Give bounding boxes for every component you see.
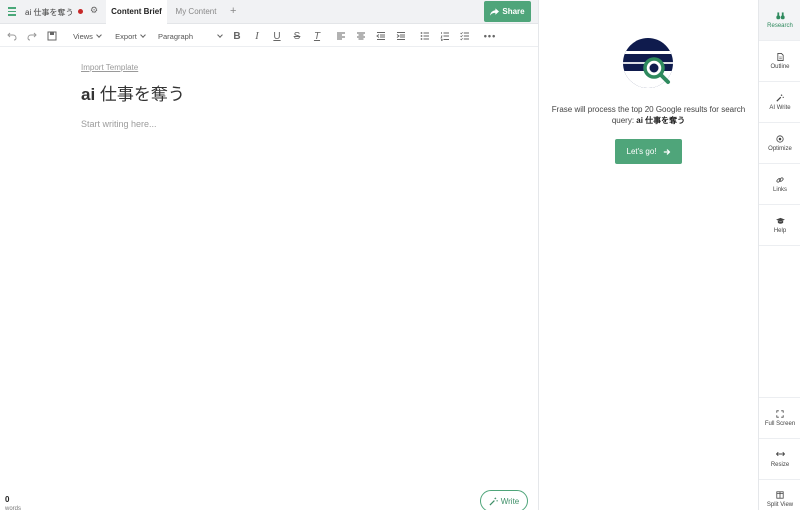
tab-my-content[interactable]: My Content <box>172 0 220 24</box>
undo-icon[interactable] <box>6 28 18 44</box>
word-count-value: 0 <box>5 495 10 504</box>
target-icon <box>776 134 784 143</box>
numbered-list-icon[interactable] <box>439 28 451 44</box>
link-icon <box>776 176 784 184</box>
save-icon[interactable] <box>46 28 58 44</box>
bullet-list-icon[interactable] <box>419 28 431 44</box>
share-label: Share <box>502 7 525 16</box>
word-count-label: words <box>5 506 22 510</box>
lets-go-label: Let's go! <box>626 147 657 156</box>
outdent-icon[interactable] <box>375 28 387 44</box>
top-tab-bar: ai 仕事を奪う ⚙ Content Brief My Content + Sh… <box>0 0 538 24</box>
sidenav-item-optimize[interactable]: Optimize <box>759 123 800 164</box>
sidenav-label: AI Write <box>769 104 791 111</box>
title-rest-part: 仕事を奪う <box>95 85 185 104</box>
sidenav-label: Optimize <box>768 145 792 152</box>
resize-arrows-icon <box>775 451 785 459</box>
magic-wand-icon <box>489 496 498 506</box>
more-options-icon[interactable]: ••• <box>483 28 497 44</box>
title-bold-part: ai <box>81 85 96 104</box>
redo-icon[interactable] <box>26 28 38 44</box>
tab-content-brief[interactable]: Content Brief <box>106 0 167 24</box>
binoculars-icon <box>775 11 785 20</box>
sidenav-item-resize[interactable]: Resize <box>759 438 800 479</box>
sidenav-item-links[interactable]: Links <box>759 164 800 205</box>
lets-go-button[interactable]: Let's go! <box>615 139 682 164</box>
arrow-right-icon <box>663 148 670 155</box>
app-root: ai 仕事を奪う ⚙ Content Brief My Content + Sh… <box>0 0 800 510</box>
split-view-icon <box>776 491 784 499</box>
clear-format-icon[interactable]: T <box>311 28 323 44</box>
italic-icon[interactable]: I <box>251 28 263 44</box>
views-label: Views <box>73 31 93 41</box>
paragraph-label: Paragraph <box>158 31 194 41</box>
sidenav-item-help[interactable]: Help <box>759 205 800 246</box>
editor-placeholder[interactable]: Start writing here... <box>81 119 157 129</box>
sidenav-label: Resize <box>770 461 790 468</box>
graduation-cap-icon <box>775 217 785 225</box>
magic-wand-icon <box>776 93 784 102</box>
checklist-icon[interactable] <box>459 28 471 44</box>
export-label: Export <box>115 31 137 41</box>
share-button[interactable]: Share <box>484 1 531 22</box>
expand-icon <box>776 409 784 418</box>
align-center-icon[interactable] <box>355 28 367 44</box>
views-dropdown[interactable]: Views <box>70 28 104 44</box>
add-tab-button[interactable]: + <box>230 5 236 17</box>
write-label: Write <box>500 496 520 506</box>
formatting-toolbar: Views Export Paragraph B I U S T ••• <box>0 25 538 47</box>
sidenav-label: Research <box>767 22 793 29</box>
unsaved-status-dot <box>78 9 83 14</box>
underline-icon[interactable]: U <box>271 28 283 44</box>
right-sidenav: Research Outline AI Write Optimize Links <box>758 0 800 510</box>
gear-icon[interactable]: ⚙ <box>90 5 98 16</box>
document-title[interactable]: ai 仕事を奪う <box>81 80 185 105</box>
document-name[interactable]: ai 仕事を奪う <box>25 7 73 18</box>
sidenav-item-split-view[interactable]: Split View <box>759 479 800 510</box>
sidenav-item-ai-write[interactable]: AI Write <box>759 82 800 123</box>
frase-search-logo-icon <box>623 38 673 88</box>
export-dropdown[interactable]: Export <box>112 28 148 44</box>
chevron-down-icon <box>217 31 223 38</box>
sidenav-label: Links <box>772 186 787 193</box>
paragraph-style-dropdown[interactable]: Paragraph <box>158 28 223 44</box>
align-left-icon[interactable] <box>335 28 347 44</box>
sidenav-label: Outline <box>770 63 790 70</box>
import-template-link[interactable]: Import Template <box>81 63 138 72</box>
strikethrough-icon[interactable]: S <box>291 28 303 44</box>
bold-icon[interactable]: B <box>231 28 243 44</box>
ai-write-button[interactable]: Write <box>480 490 528 510</box>
sidenav-label: Help <box>773 227 787 234</box>
share-arrow-icon <box>490 7 500 16</box>
sidenav-item-full-screen[interactable]: Full Screen <box>759 397 800 438</box>
chevron-down-icon <box>140 31 146 38</box>
document-icon <box>776 52 784 61</box>
editor-area[interactable]: Import Template ai 仕事を奪う Start writing h… <box>0 48 538 510</box>
sidenav-label: Full Screen <box>764 420 796 427</box>
research-query: ai 仕事を奪う <box>636 116 686 125</box>
hamburger-menu-icon[interactable] <box>6 5 18 19</box>
research-message: Frase will process the top 20 Google res… <box>549 104 748 126</box>
sidenav-item-outline[interactable]: Outline <box>759 41 800 82</box>
indent-icon[interactable] <box>395 28 407 44</box>
sidenav-label: Split View <box>766 502 794 508</box>
sidenav-item-research[interactable]: Research <box>759 0 800 41</box>
research-panel: Frase will process the top 20 Google res… <box>539 0 758 510</box>
chevron-down-icon <box>96 31 102 38</box>
